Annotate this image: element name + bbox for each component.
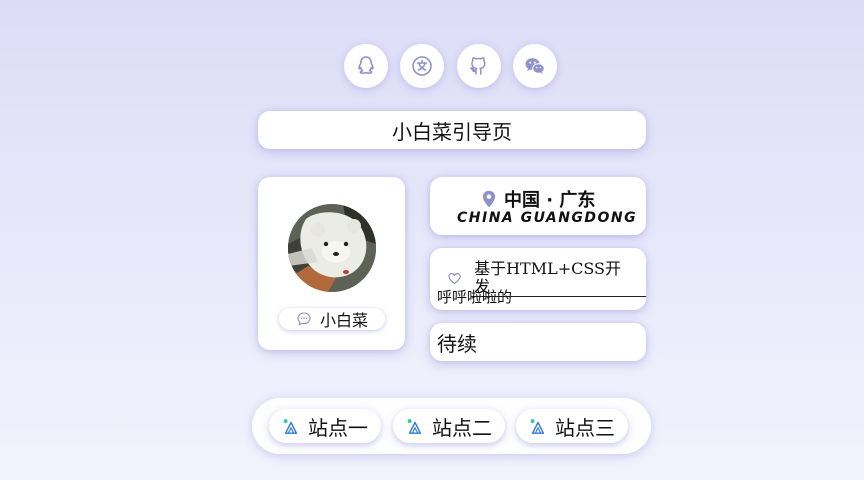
github-icon [470,57,486,75]
polar-bear-avatar [288,204,376,292]
site-three-label: 站点三 [555,415,615,440]
chat-bubble-icon [297,312,311,326]
zhihu-button[interactable] [400,44,444,88]
wechat-button[interactable] [513,44,557,88]
todo-label: 待续 [437,331,477,356]
site-two-button[interactable]: 站点二 [393,409,505,443]
heart-icon [448,273,461,284]
profile-name: 小白菜 [319,311,368,330]
profile-card: 小白菜 [258,177,405,350]
site-three-button[interactable]: 站点三 [516,409,628,443]
avatar [288,204,376,292]
zhihu-icon [412,56,432,76]
qq-icon [358,56,374,74]
triangle-icon [407,419,422,434]
sites-bar: 站点一 站点二 站点三 [252,398,651,454]
location-card: 中国 · 广东 CHINA GUANGDONG [430,177,646,235]
triangle-icon [530,419,545,434]
description-sub: 呼呼啦啦的 [437,288,513,306]
profile-name-pill: 小白菜 [279,308,385,330]
page-title-card: 小白菜引导页 [258,111,646,149]
triangle-icon [283,419,298,434]
location-en: CHINA GUANGDONG [457,210,638,226]
description-card: 基于HTML+CSS开发 呼呼啦啦的 [430,248,646,310]
todo-card: 待续 [430,323,646,361]
site-two-label: 站点二 [432,415,492,440]
github-button[interactable] [457,44,501,88]
map-pin-icon [482,190,496,208]
page-title: 小白菜引导页 [392,119,512,144]
site-one-button[interactable]: 站点一 [269,409,381,443]
wechat-icon [525,58,545,74]
location-cn: 中国 · 广东 [504,190,596,211]
site-one-label: 站点一 [308,415,368,440]
qq-button[interactable] [344,44,388,88]
